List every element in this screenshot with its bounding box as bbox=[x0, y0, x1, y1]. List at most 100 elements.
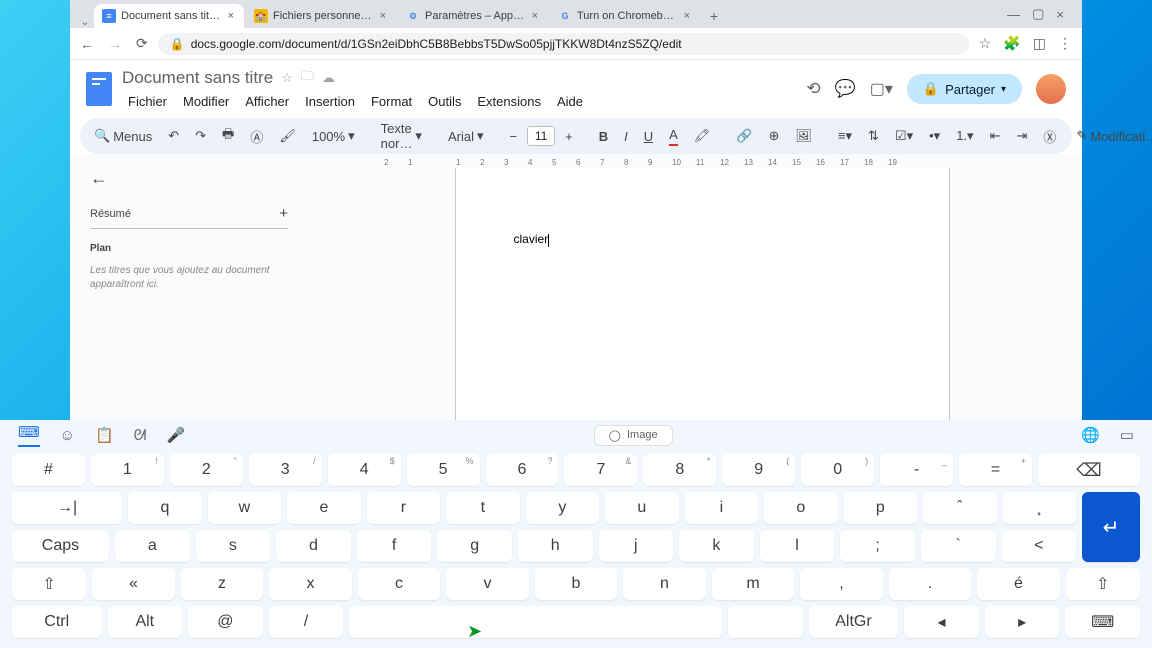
key-h[interactable]: h bbox=[518, 530, 593, 562]
key-enter[interactable]: ↵ bbox=[1082, 492, 1140, 562]
undo-icon[interactable]: ↶ bbox=[162, 124, 185, 148]
key-g[interactable]: g bbox=[437, 530, 512, 562]
cloud-icon[interactable]: ☁ bbox=[322, 70, 335, 86]
highlight-icon[interactable]: 🖍 bbox=[688, 124, 717, 148]
menu-file[interactable]: Fichier bbox=[122, 92, 173, 111]
key-6[interactable]: 6? bbox=[486, 454, 559, 486]
key-`[interactable]: ` bbox=[921, 530, 996, 562]
align-icon[interactable]: ≡▾ bbox=[832, 124, 858, 148]
search-chip[interactable]: ◯ Image bbox=[594, 425, 673, 446]
key-o[interactable]: o bbox=[764, 492, 837, 524]
new-tab-button[interactable]: + bbox=[702, 4, 726, 28]
key-v[interactable]: v bbox=[446, 568, 529, 600]
mic-icon[interactable]: 🎤 bbox=[166, 426, 185, 444]
key-i[interactable]: i bbox=[685, 492, 758, 524]
key-.[interactable]: . bbox=[889, 568, 972, 600]
italic-icon[interactable]: I bbox=[618, 125, 634, 148]
key-,[interactable]: , bbox=[800, 568, 883, 600]
key-e[interactable]: e bbox=[287, 492, 360, 524]
key-2[interactable]: 2" bbox=[170, 454, 243, 486]
key-w[interactable]: w bbox=[208, 492, 281, 524]
handwriting-icon[interactable]: ᘛ bbox=[134, 427, 147, 444]
key-u[interactable]: u bbox=[605, 492, 678, 524]
bulleted-list-icon[interactable]: •▾ bbox=[923, 124, 946, 148]
bold-icon[interactable]: B bbox=[593, 125, 614, 148]
decrease-font-icon[interactable]: − bbox=[504, 125, 524, 148]
key-5[interactable]: 5% bbox=[407, 454, 480, 486]
meet-button[interactable]: ▢▾ bbox=[870, 79, 893, 99]
key-c[interactable]: c bbox=[358, 568, 441, 600]
close-icon[interactable]: × bbox=[530, 10, 540, 22]
key-slash[interactable]: / bbox=[269, 606, 344, 638]
search-menu-button[interactable]: 🔍 Menus bbox=[88, 124, 158, 148]
checklist-icon[interactable]: ☑▾ bbox=[889, 124, 919, 148]
key-tab[interactable]: →| bbox=[12, 492, 122, 524]
redo-icon[interactable]: ↷ bbox=[189, 124, 212, 148]
increase-font-icon[interactable]: + bbox=[559, 125, 579, 148]
key-é[interactable]: é bbox=[977, 568, 1060, 600]
key-l[interactable]: l bbox=[760, 530, 835, 562]
menu-tools[interactable]: Outils bbox=[422, 92, 467, 111]
key-=[interactable]: =+ bbox=[959, 454, 1032, 486]
globe-icon[interactable]: 🌐 bbox=[1081, 426, 1100, 444]
font-select[interactable]: Arial ▾ bbox=[442, 124, 490, 148]
key-space[interactable] bbox=[349, 606, 722, 638]
clipboard-icon[interactable]: 📋 bbox=[95, 426, 114, 444]
key-m[interactable]: m bbox=[712, 568, 795, 600]
tab-active[interactable]: ≡ Document sans titre - Google D × bbox=[94, 4, 244, 28]
key-blank[interactable] bbox=[728, 606, 803, 638]
avatar[interactable] bbox=[1036, 74, 1066, 104]
menu-insert[interactable]: Insertion bbox=[299, 92, 361, 111]
key-k[interactable]: k bbox=[679, 530, 754, 562]
indent-increase-icon[interactable]: ⇥ bbox=[1010, 124, 1033, 148]
key-s[interactable]: s bbox=[196, 530, 271, 562]
key-9[interactable]: 9( bbox=[722, 454, 795, 486]
key-;[interactable]: ; bbox=[840, 530, 915, 562]
add-summary-icon[interactable]: + bbox=[279, 205, 288, 222]
key-shift-left[interactable]: ⇧ bbox=[12, 568, 86, 600]
minimize-icon[interactable]: — bbox=[1007, 7, 1020, 22]
key-d[interactable]: d bbox=[276, 530, 351, 562]
tab[interactable]: ⚙ Paramètres – Apparence × bbox=[398, 4, 548, 28]
history-icon[interactable]: ⟲ bbox=[806, 79, 820, 99]
tabs-dropdown-icon[interactable]: ⌄ bbox=[76, 17, 94, 28]
editing-mode-button[interactable]: ✎ Modificati… ▾ bbox=[1070, 124, 1152, 148]
key-at[interactable]: @ bbox=[188, 606, 263, 638]
key-#[interactable]: # bbox=[12, 454, 85, 486]
key-0[interactable]: 0) bbox=[801, 454, 874, 486]
text-color-icon[interactable]: A bbox=[663, 123, 684, 150]
clear-formatting-icon[interactable]: Ⓧ bbox=[1037, 123, 1062, 150]
menu-edit[interactable]: Modifier bbox=[177, 92, 235, 111]
maximize-icon[interactable]: ▢ bbox=[1032, 6, 1044, 22]
font-size-input[interactable] bbox=[527, 126, 555, 146]
doc-title[interactable]: Document sans titre bbox=[122, 68, 273, 88]
key-x[interactable]: x bbox=[269, 568, 352, 600]
key-left[interactable]: ◂ bbox=[904, 606, 979, 638]
key-t[interactable]: t bbox=[446, 492, 519, 524]
image-icon[interactable]: 🖼 bbox=[789, 124, 818, 148]
link-icon[interactable]: 🔗 bbox=[730, 124, 758, 148]
horizontal-ruler[interactable]: 21 123 456 789 101112 131415 161718 19 bbox=[322, 154, 1082, 168]
comment-icon[interactable]: ⊕ bbox=[762, 124, 785, 148]
key-j[interactable]: j bbox=[599, 530, 674, 562]
close-window-icon[interactable]: × bbox=[1056, 7, 1064, 22]
key-p[interactable]: p bbox=[844, 492, 917, 524]
extension-icon[interactable]: 🧩 bbox=[1003, 35, 1020, 52]
key-q[interactable]: q bbox=[128, 492, 201, 524]
key-ctrl[interactable]: Ctrl bbox=[12, 606, 102, 638]
back-icon[interactable]: ← bbox=[80, 36, 94, 52]
key-z[interactable]: z bbox=[181, 568, 264, 600]
key-hide-keyboard[interactable]: ⌨ bbox=[1065, 606, 1140, 638]
move-icon[interactable]: 🗀 bbox=[301, 67, 314, 89]
key-right[interactable]: ▸ bbox=[985, 606, 1060, 638]
spellcheck-icon[interactable]: Ⓐ bbox=[244, 123, 269, 150]
reload-icon[interactable]: ⟳ bbox=[136, 35, 148, 52]
overflow-icon[interactable]: ⋮ bbox=[1058, 35, 1072, 52]
comments-icon[interactable]: 💬 bbox=[835, 79, 856, 99]
key-y[interactable]: y bbox=[526, 492, 599, 524]
key-<[interactable]: < bbox=[1002, 530, 1077, 562]
menu-extensions[interactable]: Extensions bbox=[471, 92, 547, 111]
docs-logo-icon[interactable] bbox=[86, 72, 112, 106]
emoji-icon[interactable]: ☺ bbox=[60, 427, 75, 444]
key-«[interactable]: « bbox=[92, 568, 175, 600]
